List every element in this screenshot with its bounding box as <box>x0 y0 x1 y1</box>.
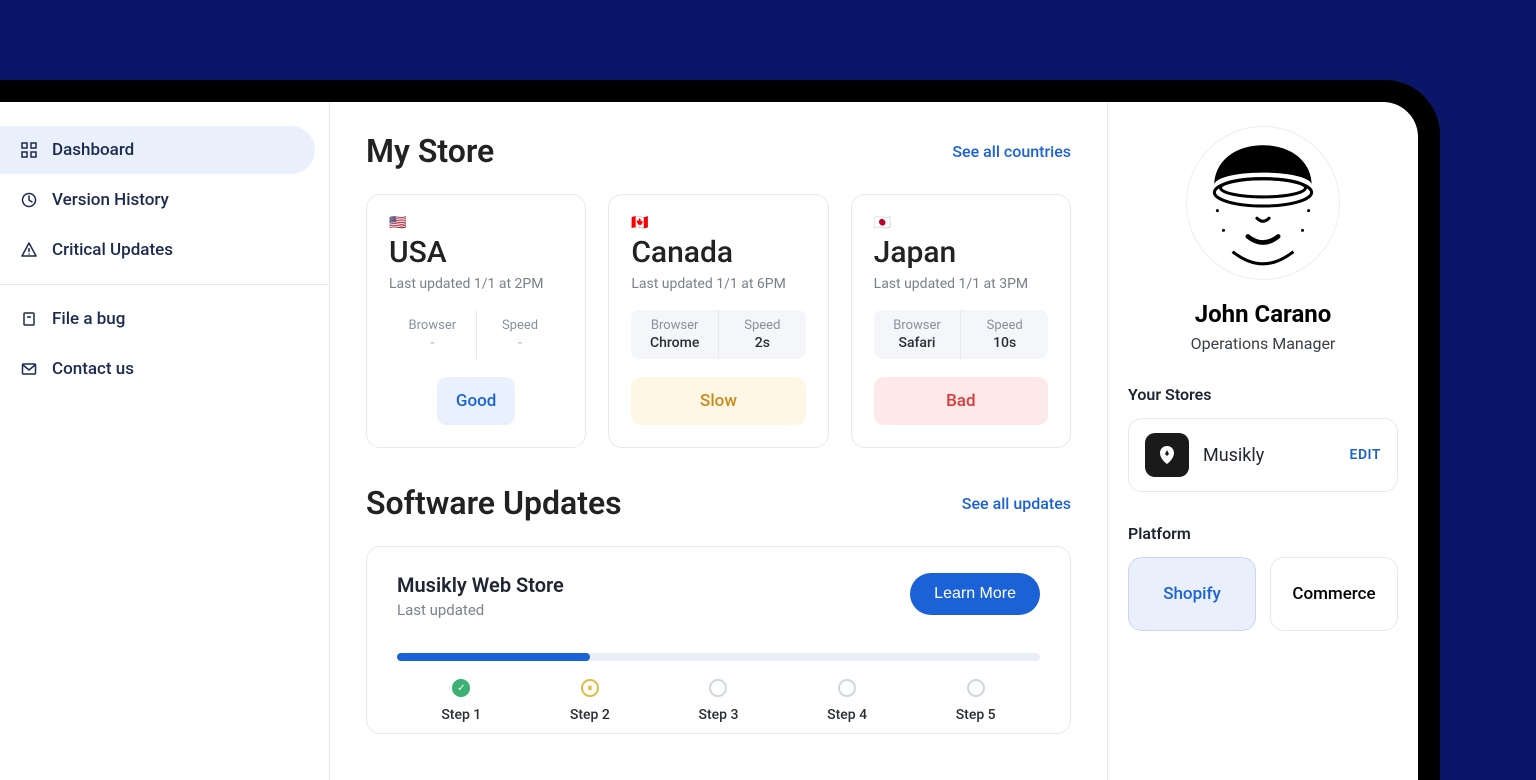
step-dot-icon: ⏸ <box>581 679 599 697</box>
progress-fill <box>397 653 590 661</box>
step-label: Step 4 <box>783 707 912 723</box>
learn-more-button[interactable]: Learn More <box>910 573 1040 615</box>
store-logo-icon <box>1145 433 1189 477</box>
step-label: Step 5 <box>911 707 1040 723</box>
see-all-updates-link[interactable]: See all updates <box>962 494 1071 513</box>
sidebar-item-label: File a bug <box>52 309 125 329</box>
speed-label: Speed <box>723 318 802 333</box>
platform-title: Platform <box>1128 524 1398 543</box>
country-card[interactable]: 🇨🇦 Canada Last updated 1/1 at 6PM Browse… <box>608 194 828 448</box>
sidebar-item-label: Critical Updates <box>52 240 173 260</box>
user-name: John Carano <box>1128 300 1398 328</box>
browser-label: Browser <box>878 318 957 333</box>
flag-icon: 🇯🇵 <box>874 215 1048 231</box>
flag-icon: 🇨🇦 <box>631 215 805 231</box>
speed-value: 2s <box>723 335 802 351</box>
platforms-row: ShopifyCommerce <box>1128 557 1398 631</box>
platform-option[interactable]: Commerce <box>1270 557 1398 631</box>
alert-icon <box>20 242 38 258</box>
progress-step: Step 3 <box>654 679 783 723</box>
speed-label: Speed <box>481 318 560 333</box>
steps-row: ✓ Step 1 ⏸ Step 2 Step 3 Step 4 Step 5 <box>397 679 1040 723</box>
store-row[interactable]: Musikly EDIT <box>1128 418 1398 492</box>
browser-label: Browser <box>393 318 472 333</box>
step-dot-icon <box>838 679 856 697</box>
browser-label: Browser <box>635 318 714 333</box>
sidebar-item-label: Dashboard <box>52 140 134 160</box>
profile-panel: John Carano Operations Manager Your Stor… <box>1108 102 1418 780</box>
step-label: Step 1 <box>397 707 526 723</box>
status-badge: Good <box>437 377 515 425</box>
step-dot-icon <box>709 679 727 697</box>
device-frame: Dashboard Version History Critical Updat… <box>0 80 1440 780</box>
step-dot-icon <box>967 679 985 697</box>
updates-panel-title: Musikly Web Store <box>397 573 564 597</box>
sidebar: Dashboard Version History Critical Updat… <box>0 102 330 780</box>
main-content: My Store See all countries 🇺🇸 USA Last u… <box>330 102 1108 780</box>
speed-value: 10s <box>965 335 1044 351</box>
progress-step: ✓ Step 1 <box>397 679 526 723</box>
country-name: USA <box>389 235 563 270</box>
sidebar-item-file-bug[interactable]: File a bug <box>0 295 315 343</box>
app-screen: Dashboard Version History Critical Updat… <box>0 102 1418 780</box>
metrics: Browser Safari Speed 10s <box>874 310 1048 359</box>
progress-step: Step 5 <box>911 679 1040 723</box>
mail-icon <box>20 361 38 377</box>
progress-step: ⏸ Step 2 <box>526 679 655 723</box>
speed-value: - <box>481 335 560 351</box>
software-updates-title: Software Updates <box>366 484 622 522</box>
platform-option[interactable]: Shopify <box>1128 557 1256 631</box>
speed-label: Speed <box>965 318 1044 333</box>
country-cards: 🇺🇸 USA Last updated 1/1 at 2PM Browser -… <box>366 194 1071 448</box>
status-badge: Bad <box>874 377 1048 425</box>
flag-icon: 🇺🇸 <box>389 215 563 231</box>
country-card[interactable]: 🇯🇵 Japan Last updated 1/1 at 3PM Browser… <box>851 194 1071 448</box>
country-name: Canada <box>631 235 805 270</box>
last-updated: Last updated 1/1 at 3PM <box>874 276 1048 292</box>
sidebar-item-contact[interactable]: Contact us <box>0 345 315 393</box>
user-role: Operations Manager <box>1128 334 1398 353</box>
status-badge: Slow <box>631 377 805 425</box>
step-label: Step 2 <box>526 707 655 723</box>
mystore-title: My Store <box>366 132 494 170</box>
sidebar-item-critical-updates[interactable]: Critical Updates <box>0 226 315 274</box>
step-label: Step 3 <box>654 707 783 723</box>
browser-value: - <box>393 335 472 351</box>
dashboard-icon <box>20 142 38 158</box>
sidebar-item-label: Version History <box>52 190 169 210</box>
edit-store-link[interactable]: EDIT <box>1350 447 1381 463</box>
updates-panel: Musikly Web Store Last updated Learn Mor… <box>366 546 1071 734</box>
metrics: Browser - Speed - <box>389 310 563 359</box>
avatar <box>1186 126 1340 280</box>
browser-value: Safari <box>878 335 957 351</box>
metrics: Browser Chrome Speed 2s <box>631 310 805 359</box>
progress-step: Step 4 <box>783 679 912 723</box>
country-name: Japan <box>874 235 1048 270</box>
sidebar-item-dashboard[interactable]: Dashboard <box>0 126 315 174</box>
sidebar-item-label: Contact us <box>52 359 134 379</box>
your-stores-title: Your Stores <box>1128 385 1398 404</box>
history-icon <box>20 192 38 208</box>
store-name: Musikly <box>1203 445 1336 466</box>
sidebar-divider <box>0 284 329 285</box>
country-card[interactable]: 🇺🇸 USA Last updated 1/1 at 2PM Browser -… <box>366 194 586 448</box>
bug-icon <box>20 311 38 327</box>
updates-panel-subtitle: Last updated <box>397 601 564 619</box>
progress-bar <box>397 653 1040 661</box>
see-all-countries-link[interactable]: See all countries <box>952 142 1071 161</box>
last-updated: Last updated 1/1 at 2PM <box>389 276 563 292</box>
last-updated: Last updated 1/1 at 6PM <box>631 276 805 292</box>
browser-value: Chrome <box>635 335 714 351</box>
sidebar-item-version-history[interactable]: Version History <box>0 176 315 224</box>
step-dot-icon: ✓ <box>452 679 470 697</box>
